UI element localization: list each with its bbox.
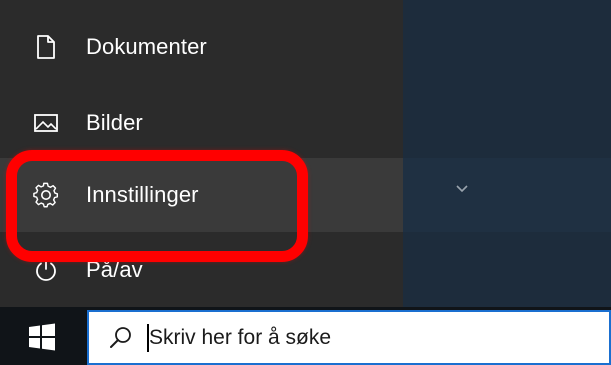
start-menu-item-label: Bilder: [86, 110, 143, 135]
start-menu-item-label: Dokumenter: [86, 34, 207, 59]
search-icon: [108, 325, 134, 351]
chevron-down-icon[interactable]: [452, 180, 472, 196]
start-menu-item-settings[interactable]: Innstillinger: [0, 158, 403, 232]
windows-start-menu-screen: Dokumenter Bilder Innstillinger På/av Sk…: [0, 0, 611, 365]
taskbar: Skriv her for å søke: [0, 307, 611, 365]
start-menu-item-pictures[interactable]: Bilder: [0, 86, 403, 160]
windows-logo-icon: [29, 323, 55, 351]
picture-icon: [33, 110, 59, 136]
document-icon: [33, 34, 59, 60]
windows-start-button[interactable]: [28, 323, 56, 351]
start-menu-item-documents[interactable]: Dokumenter: [0, 10, 403, 84]
tiles-area: [403, 0, 611, 307]
gear-icon: [33, 182, 59, 208]
power-icon: [33, 257, 59, 283]
start-menu-item-power[interactable]: På/av: [0, 232, 403, 307]
tiles-group-row: [403, 158, 611, 232]
start-menu-left-column: Dokumenter Bilder Innstillinger På/av: [0, 0, 403, 307]
taskbar-search-box[interactable]: Skriv her for å søke: [87, 310, 611, 365]
start-menu-item-label: På/av: [86, 256, 143, 282]
start-menu-item-label: Innstillinger: [86, 182, 199, 207]
search-placeholder: Skriv her for å søke: [149, 326, 332, 349]
